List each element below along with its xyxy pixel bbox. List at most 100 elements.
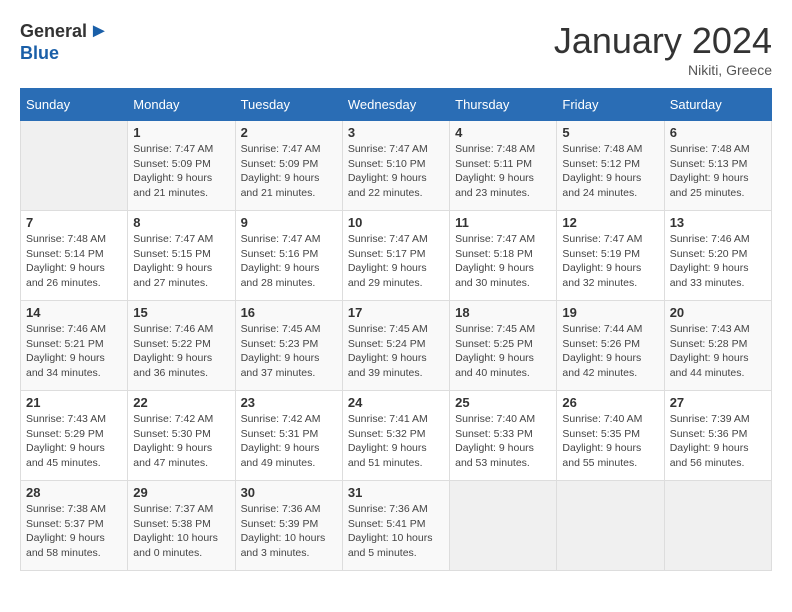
day-info: Sunrise: 7:48 AMSunset: 5:11 PMDaylight:… bbox=[455, 142, 551, 201]
day-number: 28 bbox=[26, 485, 122, 500]
day-info: Sunrise: 7:46 AMSunset: 5:21 PMDaylight:… bbox=[26, 322, 122, 381]
day-info: Sunrise: 7:47 AMSunset: 5:16 PMDaylight:… bbox=[241, 232, 337, 291]
day-number: 25 bbox=[455, 395, 551, 410]
day-info: Sunrise: 7:36 AMSunset: 5:39 PMDaylight:… bbox=[241, 502, 337, 561]
calendar-table: SundayMondayTuesdayWednesdayThursdayFrid… bbox=[20, 88, 772, 571]
day-number: 8 bbox=[133, 215, 229, 230]
calendar-header-day: Sunday bbox=[21, 89, 128, 121]
day-number: 21 bbox=[26, 395, 122, 410]
day-number: 12 bbox=[562, 215, 658, 230]
calendar-cell: 4 Sunrise: 7:48 AMSunset: 5:11 PMDaylight… bbox=[450, 121, 557, 211]
day-number: 6 bbox=[670, 125, 766, 140]
calendar-cell: 28 Sunrise: 7:38 AMSunset: 5:37 PMDayligh… bbox=[21, 481, 128, 571]
calendar-cell: 1 Sunrise: 7:47 AMSunset: 5:09 PMDaylight… bbox=[128, 121, 235, 211]
day-info: Sunrise: 7:37 AMSunset: 5:38 PMDaylight:… bbox=[133, 502, 229, 561]
day-info: Sunrise: 7:47 AMSunset: 5:17 PMDaylight:… bbox=[348, 232, 444, 291]
day-number: 5 bbox=[562, 125, 658, 140]
calendar-cell: 20 Sunrise: 7:43 AMSunset: 5:28 PMDayligh… bbox=[664, 301, 771, 391]
calendar-week-row: 14 Sunrise: 7:46 AMSunset: 5:21 PMDayligh… bbox=[21, 301, 772, 391]
day-info: Sunrise: 7:47 AMSunset: 5:09 PMDaylight:… bbox=[133, 142, 229, 201]
location: Nikiti, Greece bbox=[554, 62, 772, 78]
calendar-cell: 2 Sunrise: 7:47 AMSunset: 5:09 PMDaylight… bbox=[235, 121, 342, 211]
calendar-week-row: 21 Sunrise: 7:43 AMSunset: 5:29 PMDayligh… bbox=[21, 391, 772, 481]
day-number: 26 bbox=[562, 395, 658, 410]
calendar-cell: 27Sunrise: 7:39 AMSunset: 5:36 PMDayligh… bbox=[664, 391, 771, 481]
day-number: 17 bbox=[348, 305, 444, 320]
day-info: Sunrise: 7:48 AMSunset: 5:14 PMDaylight:… bbox=[26, 232, 122, 291]
calendar-header-day: Saturday bbox=[664, 89, 771, 121]
day-number: 14 bbox=[26, 305, 122, 320]
calendar-cell: 11 Sunrise: 7:47 AMSunset: 5:18 PMDayligh… bbox=[450, 211, 557, 301]
calendar-cell: 13 Sunrise: 7:46 AMSunset: 5:20 PMDayligh… bbox=[664, 211, 771, 301]
day-number: 20 bbox=[670, 305, 766, 320]
logo: General ► Blue bbox=[20, 20, 109, 64]
day-number: 19 bbox=[562, 305, 658, 320]
day-number: 2 bbox=[241, 125, 337, 140]
day-info: Sunrise: 7:42 AMSunset: 5:30 PMDaylight:… bbox=[133, 412, 229, 471]
day-info: Sunrise: 7:44 AMSunset: 5:26 PMDaylight:… bbox=[562, 322, 658, 381]
day-info: Sunrise: 7:45 AMSunset: 5:25 PMDaylight:… bbox=[455, 322, 551, 381]
day-info: Sunrise: 7:48 AMSunset: 5:13 PMDaylight:… bbox=[670, 142, 766, 201]
calendar-cell: 22 Sunrise: 7:42 AMSunset: 5:30 PMDayligh… bbox=[128, 391, 235, 481]
day-info: Sunrise: 7:36 AMSunset: 5:41 PMDaylight:… bbox=[348, 502, 444, 561]
calendar-cell: 14 Sunrise: 7:46 AMSunset: 5:21 PMDayligh… bbox=[21, 301, 128, 391]
calendar-cell: 17 Sunrise: 7:45 AMSunset: 5:24 PMDayligh… bbox=[342, 301, 449, 391]
month-title: January 2024 bbox=[554, 20, 772, 62]
calendar-header-day: Friday bbox=[557, 89, 664, 121]
calendar-cell: 12Sunrise: 7:47 AMSunset: 5:19 PMDayligh… bbox=[557, 211, 664, 301]
calendar-cell: 19 Sunrise: 7:44 AMSunset: 5:26 PMDayligh… bbox=[557, 301, 664, 391]
calendar-cell: 7 Sunrise: 7:48 AMSunset: 5:14 PMDaylight… bbox=[21, 211, 128, 301]
calendar-header-day: Tuesday bbox=[235, 89, 342, 121]
calendar-week-row: 1 Sunrise: 7:47 AMSunset: 5:09 PMDaylight… bbox=[21, 121, 772, 211]
calendar-cell bbox=[664, 481, 771, 571]
day-number: 22 bbox=[133, 395, 229, 410]
day-info: Sunrise: 7:42 AMSunset: 5:31 PMDaylight:… bbox=[241, 412, 337, 471]
calendar-header-day: Monday bbox=[128, 89, 235, 121]
logo-general-text: General bbox=[20, 21, 87, 42]
day-number: 13 bbox=[670, 215, 766, 230]
day-number: 7 bbox=[26, 215, 122, 230]
day-number: 3 bbox=[348, 125, 444, 140]
day-number: 4 bbox=[455, 125, 551, 140]
day-number: 1 bbox=[133, 125, 229, 140]
day-number: 15 bbox=[133, 305, 229, 320]
calendar-cell: 16 Sunrise: 7:45 AMSunset: 5:23 PMDayligh… bbox=[235, 301, 342, 391]
day-info: Sunrise: 7:45 AMSunset: 5:24 PMDaylight:… bbox=[348, 322, 444, 381]
page-header: General ► Blue January 2024 Nikiti, Gree… bbox=[20, 20, 772, 78]
day-number: 31 bbox=[348, 485, 444, 500]
calendar-cell: 8 Sunrise: 7:47 AMSunset: 5:15 PMDaylight… bbox=[128, 211, 235, 301]
day-number: 29 bbox=[133, 485, 229, 500]
day-info: Sunrise: 7:46 AMSunset: 5:22 PMDaylight:… bbox=[133, 322, 229, 381]
day-info: Sunrise: 7:47 AMSunset: 5:09 PMDaylight:… bbox=[241, 142, 337, 201]
day-info: Sunrise: 7:40 AMSunset: 5:35 PMDaylight:… bbox=[562, 412, 658, 471]
day-number: 11 bbox=[455, 215, 551, 230]
calendar-cell: 21 Sunrise: 7:43 AMSunset: 5:29 PMDayligh… bbox=[21, 391, 128, 481]
calendar-cell: 3Sunrise: 7:47 AMSunset: 5:10 PMDaylight… bbox=[342, 121, 449, 211]
calendar-cell: 25Sunrise: 7:40 AMSunset: 5:33 PMDayligh… bbox=[450, 391, 557, 481]
day-number: 16 bbox=[241, 305, 337, 320]
calendar-cell bbox=[450, 481, 557, 571]
calendar-cell: 9Sunrise: 7:47 AMSunset: 5:16 PMDaylight… bbox=[235, 211, 342, 301]
calendar-cell: 6 Sunrise: 7:48 AMSunset: 5:13 PMDaylight… bbox=[664, 121, 771, 211]
day-info: Sunrise: 7:43 AMSunset: 5:28 PMDaylight:… bbox=[670, 322, 766, 381]
calendar-cell: 29 Sunrise: 7:37 AMSunset: 5:38 PMDayligh… bbox=[128, 481, 235, 571]
day-number: 10 bbox=[348, 215, 444, 230]
logo-bird-icon: ► bbox=[89, 20, 109, 43]
calendar-week-row: 28 Sunrise: 7:38 AMSunset: 5:37 PMDayligh… bbox=[21, 481, 772, 571]
day-info: Sunrise: 7:38 AMSunset: 5:37 PMDaylight:… bbox=[26, 502, 122, 561]
day-info: Sunrise: 7:45 AMSunset: 5:23 PMDaylight:… bbox=[241, 322, 337, 381]
calendar-cell: 10 Sunrise: 7:47 AMSunset: 5:17 PMDayligh… bbox=[342, 211, 449, 301]
calendar-header-row: SundayMondayTuesdayWednesdayThursdayFrid… bbox=[21, 89, 772, 121]
calendar-header-day: Thursday bbox=[450, 89, 557, 121]
calendar-cell: 5Sunrise: 7:48 AMSunset: 5:12 PMDaylight… bbox=[557, 121, 664, 211]
calendar-cell bbox=[557, 481, 664, 571]
day-info: Sunrise: 7:43 AMSunset: 5:29 PMDaylight:… bbox=[26, 412, 122, 471]
day-info: Sunrise: 7:47 AMSunset: 5:18 PMDaylight:… bbox=[455, 232, 551, 291]
day-number: 27 bbox=[670, 395, 766, 410]
day-info: Sunrise: 7:46 AMSunset: 5:20 PMDaylight:… bbox=[670, 232, 766, 291]
calendar-week-row: 7 Sunrise: 7:48 AMSunset: 5:14 PMDaylight… bbox=[21, 211, 772, 301]
day-number: 24 bbox=[348, 395, 444, 410]
day-info: Sunrise: 7:47 AMSunset: 5:15 PMDaylight:… bbox=[133, 232, 229, 291]
calendar-cell: 24Sunrise: 7:41 AMSunset: 5:32 PMDayligh… bbox=[342, 391, 449, 481]
calendar-cell: 18Sunrise: 7:45 AMSunset: 5:25 PMDayligh… bbox=[450, 301, 557, 391]
